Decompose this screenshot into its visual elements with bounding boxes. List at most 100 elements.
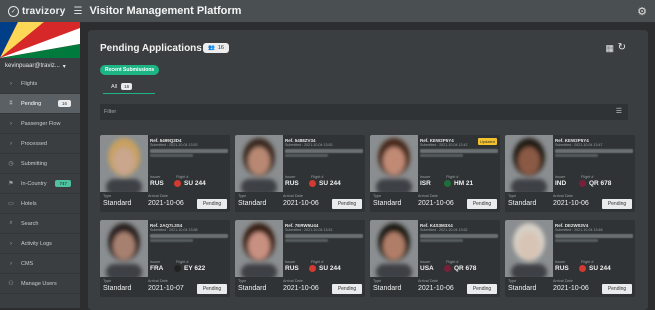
applicant-name-redacted xyxy=(555,149,633,153)
type-value: Standard xyxy=(238,285,267,292)
issuer-flight-labels: Issuer Flight # xyxy=(285,175,363,179)
submitted-time: Submitted : 2021-10-04 13:52 xyxy=(420,228,468,232)
applicant-detail-redacted xyxy=(285,154,328,157)
pending-button[interactable]: Pending xyxy=(467,199,497,209)
settings-gear-icon[interactable]: ⚙ xyxy=(637,5,647,18)
pending-button[interactable]: Pending xyxy=(602,199,632,209)
applicant-name-redacted xyxy=(420,234,498,238)
filter-placeholder: Filter xyxy=(104,109,117,115)
filter-input[interactable]: Filter ☰ xyxy=(100,104,628,120)
issuer-value: RUS xyxy=(285,265,299,272)
users-icon: 👥 xyxy=(208,45,215,51)
sidebar-item-passenger-flow[interactable]: › Passenger Flow xyxy=(0,114,80,134)
application-card[interactable]: Ref. DE2W03V4 Submitted : 2021-10-04 13:… xyxy=(505,220,635,297)
application-card[interactable]: Ref. K4S3M3X4 Submitted : 2021-10-04 13:… xyxy=(370,220,500,297)
pending-button[interactable]: Pending xyxy=(197,284,227,294)
sidebar-item-search[interactable]: ⌕ Search xyxy=(0,214,80,234)
pending-button[interactable]: Pending xyxy=(602,284,632,294)
main-panel: Pending Applications 👥 16 ▦ ↻ Recent Sub… xyxy=(88,30,648,310)
menu-icon[interactable]: ☰ xyxy=(74,6,83,17)
arrival-label: Arrival Date xyxy=(553,194,573,198)
brand-name: travizory xyxy=(22,5,66,17)
issuer-flight-labels: Issuer Flight # xyxy=(555,175,633,179)
arrival-label: Arrival Date xyxy=(553,279,573,283)
issuer-flight-values: RUS SU 244 xyxy=(285,265,363,272)
sidebar-item-submitting[interactable]: ◷ Submitting xyxy=(0,154,80,174)
applicant-detail-redacted xyxy=(150,239,193,242)
issuer-value: FRA xyxy=(150,265,164,272)
sidebar-item-badge: 747 xyxy=(55,180,71,187)
arrival-label: Arrival Date xyxy=(148,194,168,198)
type-label: Type xyxy=(103,194,112,198)
sidebar-item-in-country[interactable]: ⚑ In-Country 747 xyxy=(0,174,80,194)
issuer-label: Issuer xyxy=(150,175,161,179)
sidebar-item-manage-users[interactable]: ⚇ Manage Users xyxy=(0,274,80,294)
flight-label: Flight # xyxy=(581,175,594,179)
sidebar-item-label: CMS xyxy=(21,260,34,267)
arrival-value: 2021-10-06 xyxy=(283,285,319,292)
applicant-photo xyxy=(370,135,418,192)
applicant-info: Ref. KEW2P5Y4 Submitted : 2021-10-04 12:… xyxy=(420,138,498,157)
issuer-value: RUS xyxy=(150,180,164,187)
issuer-value: RUS xyxy=(555,265,569,272)
sidebar-item-activity-logs[interactable]: › Activity Logs xyxy=(0,234,80,254)
recent-submissions-chip[interactable]: Recent Submissions xyxy=(100,65,160,75)
application-card[interactable]: Ref. 5488ZV34 Submitted : 2021-10-04 13:… xyxy=(235,135,365,212)
submitted-time: Submitted : 2021-10-04 13:53 xyxy=(285,143,333,147)
type-label: Type xyxy=(373,279,382,283)
tab-all[interactable]: All 16 xyxy=(103,80,155,94)
flight-label: Flight # xyxy=(581,260,594,264)
sidebar-item-flights[interactable]: › Flights xyxy=(0,74,80,94)
flight-value: SU 244 xyxy=(589,265,611,272)
application-card[interactable]: Ref. 2AQ7L3S4 Submitted : 2021-10-04 13:… xyxy=(100,220,230,297)
application-card[interactable]: Ref. KEW2P5Y4 Submitted : 2021-10-04 13:… xyxy=(505,135,635,212)
issuer-value: IND xyxy=(555,180,567,187)
type-value: Standard xyxy=(508,285,537,292)
applicant-detail-redacted xyxy=(555,154,598,157)
submitted-time: Submitted : 2021-10-04 13:51 xyxy=(285,228,333,232)
arrival-label: Arrival Date xyxy=(283,279,303,283)
refresh-icon[interactable]: ↻ xyxy=(618,42,626,53)
applicant-name-redacted xyxy=(285,149,363,153)
pending-button[interactable]: Pending xyxy=(332,199,362,209)
application-card[interactable]: Updated Ref. KEW2P5Y4 Submitted : 2021-1… xyxy=(370,135,500,212)
sidebar-item-label: Passenger Flow xyxy=(21,120,61,127)
issuer-label: Issuer xyxy=(150,260,161,264)
sidebar-item-processed[interactable]: › Processed xyxy=(0,134,80,154)
arrival-label: Arrival Date xyxy=(418,279,438,283)
sidebar-item-label: Processed xyxy=(21,140,47,147)
arrival-value: 2021-10-06 xyxy=(553,200,589,207)
issuer-flight-values: RUS SU 244 xyxy=(285,180,363,187)
sidebar-item-cms[interactable]: › CMS xyxy=(0,254,80,274)
grid-view-icon[interactable]: ▦ xyxy=(605,43,614,54)
flight-value: SU 244 xyxy=(319,265,341,272)
sidebar-item-pending[interactable]: ⧗ Pending 16 xyxy=(0,94,80,114)
chevron-right-icon: › xyxy=(10,240,12,247)
application-card[interactable]: Ref. 5499Q3D4 Submitted : 2021-10-04 13:… xyxy=(100,135,230,212)
pending-button[interactable]: Pending xyxy=(467,284,497,294)
submitted-time: Submitted : 2021-10-04 13:58 xyxy=(150,228,198,232)
arrival-value: 2021-10-06 xyxy=(148,200,184,207)
type-label: Type xyxy=(238,279,247,283)
sidebar-item-label: Submitting xyxy=(21,160,47,167)
pending-button[interactable]: Pending xyxy=(197,199,227,209)
sidebar-item-label: Hotels xyxy=(21,200,37,207)
applicant-photo xyxy=(235,220,283,277)
user-menu[interactable]: kevinpuaar@traviz... ▾ xyxy=(0,58,80,74)
applicant-info: Ref. 2AQ7L3S4 Submitted : 2021-10-04 13:… xyxy=(150,223,228,242)
issuer-label: Issuer xyxy=(285,260,296,264)
applicant-info: Ref. DE2W03V4 Submitted : 2021-10-04 13:… xyxy=(555,223,633,242)
airline-logo-icon xyxy=(174,180,181,187)
type-value: Standard xyxy=(373,285,402,292)
flight-value: EY 622 xyxy=(184,265,206,272)
pending-count: 16 xyxy=(217,45,224,51)
users-icon: ⚇ xyxy=(8,281,14,287)
user-avatar[interactable] xyxy=(0,22,80,58)
pending-button[interactable]: Pending xyxy=(332,284,362,294)
application-card[interactable]: Ref. 7ERW5U44 Submitted : 2021-10-04 13:… xyxy=(235,220,365,297)
applicant-info: Ref. 5488ZV34 Submitted : 2021-10-04 13:… xyxy=(285,138,363,157)
sidebar-item-hotels[interactable]: ▭ Hotels xyxy=(0,194,80,214)
issuer-value: RUS xyxy=(285,180,299,187)
filter-icon[interactable]: ☰ xyxy=(616,107,622,115)
issuer-flight-values: USA QR 678 xyxy=(420,265,498,272)
